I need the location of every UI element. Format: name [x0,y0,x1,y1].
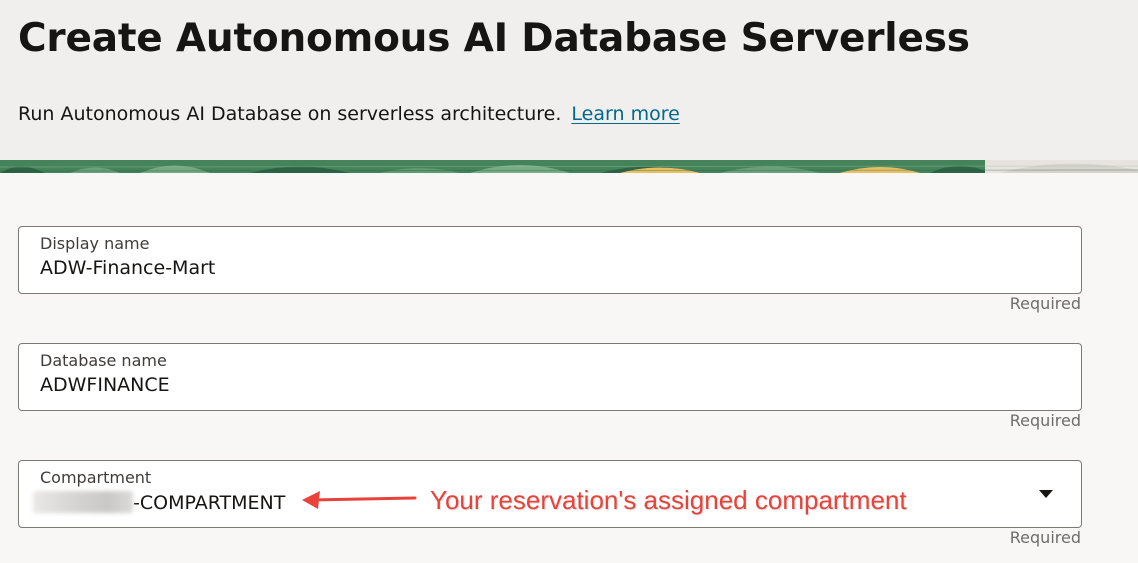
create-adb-page: Create Autonomous AI Database Serverless… [0,0,1138,563]
compartment-value[interactable]: -COMPARTMENT [33,491,285,514]
database-name-value[interactable]: ADWFINANCE [40,374,170,396]
page-subtitle: Run Autonomous AI Database on serverless… [18,103,680,125]
display-name-label: Display name [40,234,150,253]
redacted-compartment-prefix [33,491,133,513]
annotation-text: Your reservation's assigned compartment [430,485,907,515]
chevron-down-icon[interactable] [1039,490,1053,498]
annotation-callout: Your reservation's assigned compartment [300,482,940,522]
display-name-field[interactable]: Display name ADW-Finance-Mart [18,226,1082,294]
banner-pattern [0,160,1138,173]
learn-more-link[interactable]: Learn more [571,103,679,125]
compartment-value-suffix: -COMPARTMENT [133,492,286,514]
decorative-banner [0,160,1138,173]
display-name-required: Required [1009,294,1081,313]
page-title: Create Autonomous AI Database Serverless [18,16,970,61]
compartment-required: Required [1009,528,1081,547]
compartment-label: Compartment [40,468,152,487]
database-name-label: Database name [40,351,167,370]
database-name-required: Required [1009,411,1081,430]
database-name-field[interactable]: Database name ADWFINANCE [18,343,1082,411]
arrow-left-icon [302,491,417,509]
page-header: Create Autonomous AI Database Serverless… [0,0,1138,160]
subtitle-text: Run Autonomous AI Database on serverless… [18,103,562,125]
display-name-value[interactable]: ADW-Finance-Mart [40,257,215,279]
